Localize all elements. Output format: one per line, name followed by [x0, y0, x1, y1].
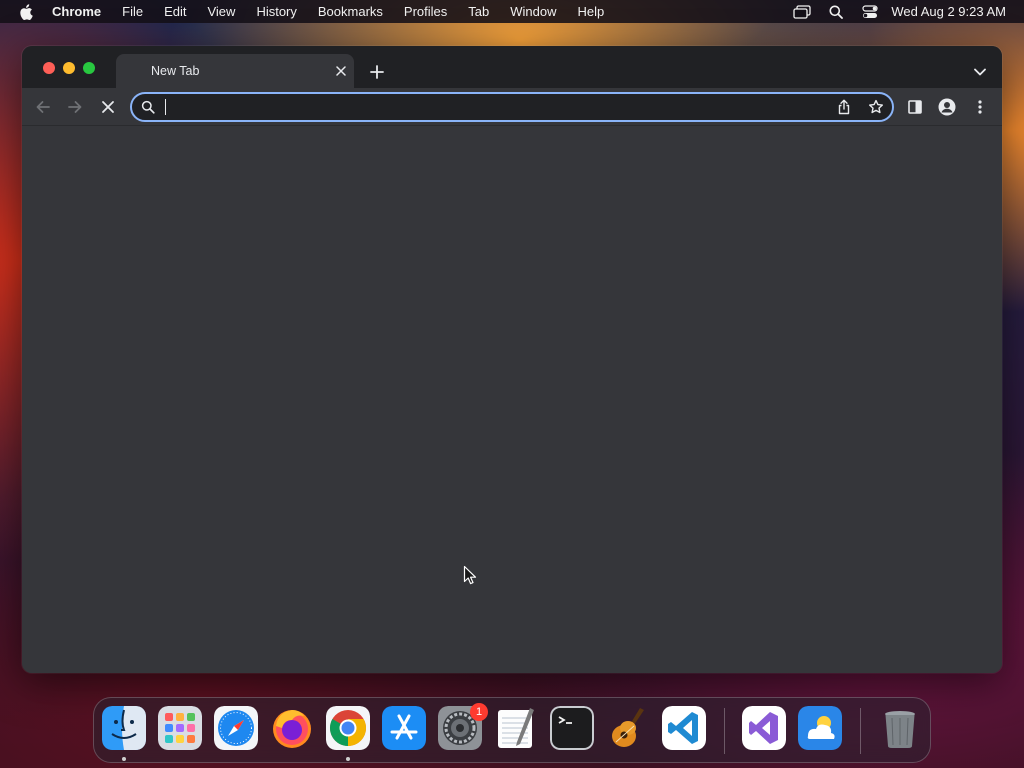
- dock-separator: [860, 708, 861, 754]
- control-center-icon[interactable]: [853, 0, 887, 23]
- dock-separator: [724, 708, 725, 754]
- profile-avatar-icon[interactable]: [938, 98, 956, 116]
- chrome-window: New Tab: [22, 46, 1002, 673]
- back-arrow-icon[interactable]: [34, 98, 52, 116]
- dock-launchpad-icon[interactable]: [158, 706, 202, 750]
- tab-new-tab[interactable]: New Tab: [116, 54, 354, 88]
- stop-loading-icon[interactable]: [99, 98, 117, 116]
- menu-bar-clock[interactable]: Wed Aug 2 9:23 AM: [887, 4, 1006, 19]
- dock-garageband-icon[interactable]: [606, 706, 650, 750]
- dock-visual-studio-icon[interactable]: [742, 706, 786, 750]
- dock-trash-icon[interactable]: [878, 706, 922, 750]
- dock-running-indicator: [346, 757, 350, 761]
- dock-running-indicator: [122, 757, 126, 761]
- dock-chrome-icon[interactable]: [326, 706, 370, 750]
- screen-mirroring-icon[interactable]: [785, 0, 819, 23]
- page-content-area[interactable]: [22, 126, 1002, 673]
- dock-safari-icon[interactable]: [214, 706, 258, 750]
- address-bar[interactable]: [130, 92, 894, 122]
- dock-app-store-icon[interactable]: [382, 706, 426, 750]
- dock-terminal-icon[interactable]: [550, 706, 594, 750]
- menu-window[interactable]: Window: [500, 0, 567, 23]
- menu-view[interactable]: View: [197, 0, 246, 23]
- menu-app-name[interactable]: Chrome: [52, 0, 112, 23]
- address-bar-input[interactable]: [162, 97, 822, 117]
- menu-bookmarks[interactable]: Bookmarks: [307, 0, 393, 23]
- share-icon[interactable]: [836, 99, 852, 115]
- menu-edit[interactable]: Edit: [154, 0, 197, 23]
- dock-firefox-icon[interactable]: [270, 706, 314, 750]
- menu-file[interactable]: File: [112, 0, 154, 23]
- window-zoom-button[interactable]: [83, 62, 95, 74]
- menu-bar: Chrome File Edit View History Bookmarks …: [0, 0, 1024, 23]
- dock-finder-icon[interactable]: [102, 706, 146, 750]
- text-caret: [165, 99, 166, 115]
- tab-close-icon[interactable]: [334, 64, 348, 78]
- dock: 1: [93, 697, 931, 763]
- tab-search-chevron-icon[interactable]: [972, 64, 988, 80]
- menu-help[interactable]: Help: [567, 0, 615, 23]
- dock-textedit-icon[interactable]: [494, 706, 538, 750]
- omnibox-search-icon: [141, 100, 155, 114]
- tab-title: New Tab: [151, 64, 200, 78]
- window-minimize-button[interactable]: [63, 62, 75, 74]
- notification-badge: 1: [470, 703, 488, 721]
- chrome-menu-icon[interactable]: [971, 98, 989, 116]
- forward-arrow-icon[interactable]: [66, 98, 84, 116]
- new-tab-button[interactable]: [368, 63, 386, 81]
- spotlight-search-icon[interactable]: [819, 0, 853, 23]
- side-panel-icon[interactable]: [906, 98, 924, 116]
- browser-toolbar: [22, 88, 1002, 126]
- mouse-cursor-icon: [463, 565, 477, 590]
- dock-weather-icon[interactable]: [798, 706, 842, 750]
- dock-vscode-icon[interactable]: [662, 706, 706, 750]
- menu-history[interactable]: History: [246, 0, 307, 23]
- apple-menu-icon[interactable]: [0, 0, 52, 23]
- window-close-button[interactable]: [43, 62, 55, 74]
- tab-strip: New Tab: [22, 46, 1002, 88]
- bookmark-star-icon[interactable]: [868, 99, 884, 115]
- menu-tab[interactable]: Tab: [458, 0, 500, 23]
- menu-profiles[interactable]: Profiles: [393, 0, 457, 23]
